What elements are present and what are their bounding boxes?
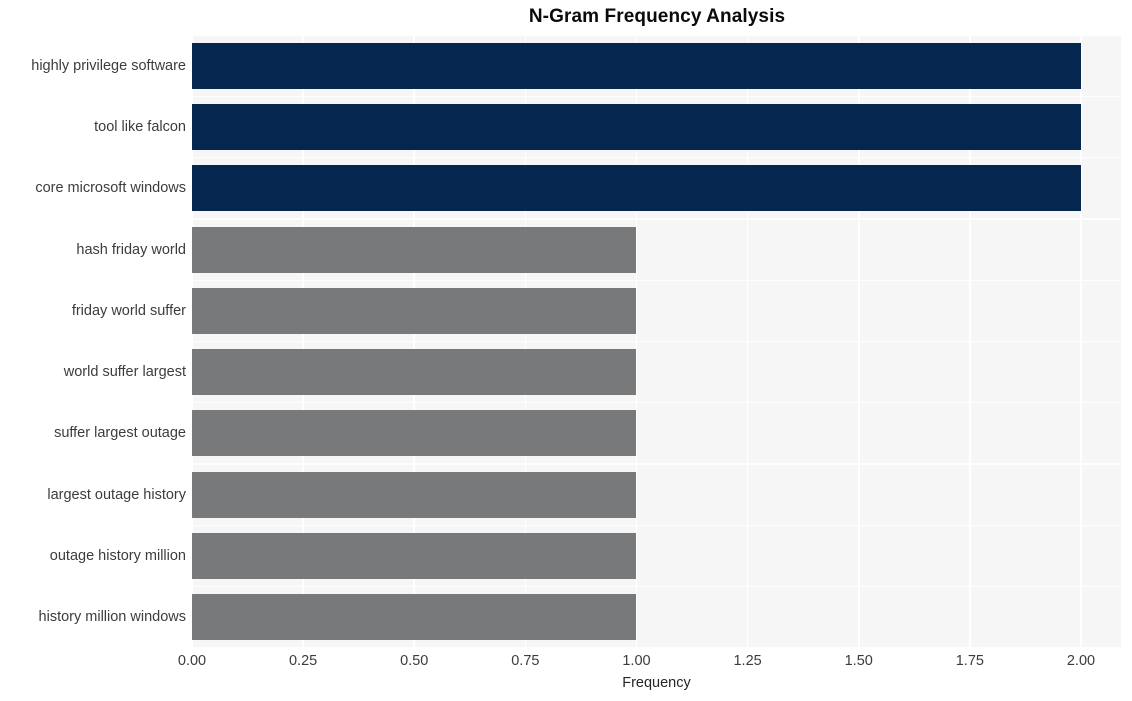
y-tick-label: largest outage history [47, 486, 186, 503]
x-tick-label: 1.75 [955, 653, 984, 669]
x-tick-label: 0.50 [400, 653, 429, 669]
bar [192, 42, 1081, 89]
bar [192, 287, 637, 334]
gridline-y-9 [192, 586, 1121, 588]
y-tick-label: friday world suffer [71, 302, 186, 319]
bar [192, 594, 637, 641]
y-tick-label: suffer largest outage [54, 425, 186, 442]
bar [192, 471, 637, 518]
bar [192, 226, 637, 273]
gridline-y-0 [192, 35, 1121, 36]
y-tick-label: history million windows [38, 609, 186, 626]
gridline-y-4 [192, 279, 1121, 281]
gridline-y-5 [192, 340, 1121, 343]
y-tick-label: highly privilege software [31, 57, 186, 74]
gridline-y-2 [192, 156, 1121, 159]
gridline-y-10 [192, 647, 1121, 648]
bar [192, 410, 637, 457]
chart-figure: N-Gram Frequency Analysis highly privile… [0, 0, 1132, 701]
gridline-y-6 [192, 402, 1121, 404]
bar [192, 349, 637, 396]
bar [192, 165, 1081, 212]
x-tick-label: 1.25 [733, 653, 762, 669]
y-tick-label: core microsoft windows [35, 180, 186, 197]
y-tick-label: outage history million [49, 548, 186, 565]
y-tick-label: tool like falcon [94, 118, 186, 135]
gridline-y-1 [192, 95, 1121, 97]
chart-title: N-Gram Frequency Analysis [528, 6, 786, 27]
y-tick-label: hash friday world [76, 241, 186, 258]
bar [192, 103, 1081, 150]
plot-area [192, 35, 1121, 648]
gridline-y-3 [192, 218, 1121, 220]
x-tick-label: 2.00 [1066, 653, 1096, 669]
x-tick-label: 1.00 [622, 653, 651, 669]
bar [192, 533, 637, 580]
x-axis-title: Frequency [622, 675, 691, 691]
x-axis-tick-labels: 0.00 0.25 0.50 0.75 1.00 1.25 1.50 1.75 2.00 [0, 653, 1132, 675]
x-tick-label: 0.25 [288, 653, 318, 669]
x-tick-label: 1.50 [844, 653, 873, 669]
gridline-y-8 [192, 524, 1121, 527]
x-tick-label: 0.00 [177, 653, 207, 669]
gridline-y-7 [192, 463, 1121, 465]
y-axis-tick-labels: highly privilege software tool like falco… [0, 35, 186, 648]
y-tick-label: world suffer largest [63, 364, 186, 381]
x-tick-label: 0.75 [511, 653, 540, 669]
